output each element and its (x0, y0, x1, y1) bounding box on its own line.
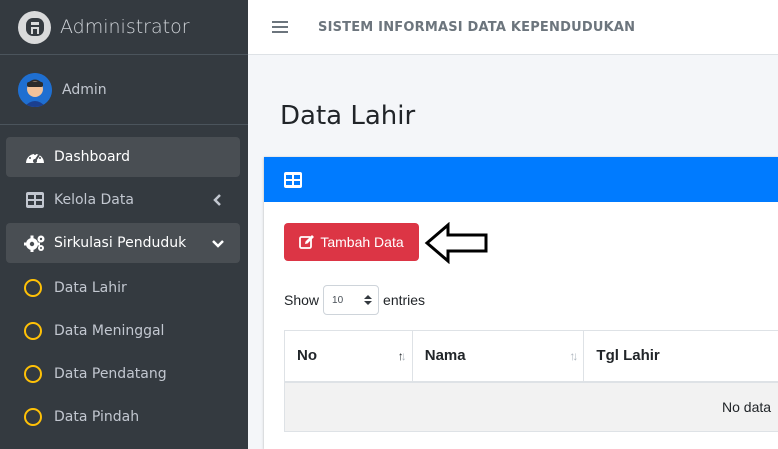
avatar (18, 72, 52, 107)
table-grid-icon (24, 190, 46, 210)
data-table: No ↑↓ Nama ↑↓ Tgl Lahir ↑ No data (284, 330, 778, 432)
chevron-left-icon (213, 194, 221, 206)
page-length-control: Show 10 entries (284, 285, 425, 315)
sidebar-subitem-data-pindah[interactable]: Data Pindah (0, 395, 248, 438)
sort-icon: ↑↓ (397, 349, 407, 363)
column-header-nama[interactable]: Nama ↑↓ (411, 330, 585, 383)
sidebar-subitem-data-lahir[interactable]: Data Lahir (0, 266, 248, 309)
show-label: Show (284, 292, 320, 308)
dashboard-gauge-icon (24, 147, 46, 167)
empty-table-message: No data (284, 381, 778, 432)
entries-label: entries (383, 292, 426, 308)
sort-icon: ↑↓ (569, 349, 578, 363)
data-card: Tambah Data Show 10 entries No ↑↓ Nama ↑… (264, 157, 778, 449)
sidebar-item-label: Kelola Data (54, 192, 134, 208)
sidebar-subitem-label: Data Lahir (54, 279, 127, 296)
sidebar-nav: Dashboard Kelola Data Sirkulasi Penduduk… (0, 125, 248, 438)
top-navbar: SISTEM INFORMASI DATA KEPENDUDUKAN (248, 0, 778, 55)
sidebar-item-label: Dashboard (54, 149, 130, 165)
sidebar-subitem-data-meninggal[interactable]: Data Meninggal (0, 309, 248, 352)
circle-icon (24, 321, 42, 340)
edit-icon (299, 235, 315, 249)
column-header-tgl-lahir[interactable]: Tgl Lahir ↑ (583, 330, 778, 383)
sidebar-item-sirkulasi-penduduk[interactable]: Sirkulasi Penduduk (6, 223, 240, 263)
table-row: No data (284, 381, 778, 432)
add-data-label: Tambah Data (320, 234, 404, 250)
sidebar-subitem-label: Data Pindah (54, 408, 140, 425)
column-header-no[interactable]: No ↑↓ (284, 330, 413, 383)
sidebar-subitem-label: Data Pendatang (54, 365, 167, 382)
select-arrows-icon (364, 295, 373, 305)
card-header (264, 157, 778, 202)
circle-icon (24, 407, 42, 426)
brand-link[interactable]: Administrator (0, 0, 248, 55)
hamburger-menu-icon[interactable] (272, 18, 288, 36)
navbar-title: SISTEM INFORMASI DATA KEPENDUDUKAN (318, 19, 636, 35)
brand-title: Administrator (60, 16, 190, 38)
sidebar-subitem-label: Data Meninggal (54, 322, 165, 339)
circle-icon (24, 278, 42, 297)
sidebar-subitem-data-pendatang[interactable]: Data Pendatang (0, 352, 248, 395)
page-length-select[interactable]: 10 (323, 285, 380, 315)
user-panel[interactable]: Admin (0, 55, 248, 125)
brand-logo-icon (18, 10, 51, 44)
arrow-left-icon (424, 222, 488, 264)
sidebar-item-dashboard[interactable]: Dashboard (6, 137, 240, 177)
cogs-icon (24, 233, 46, 253)
table-icon (284, 171, 302, 188)
sidebar-item-label: Sirkulasi Penduduk (54, 235, 187, 251)
user-name: Admin (62, 81, 107, 98)
sidebar: Administrator Admin Dashboard Kelola Dat… (0, 0, 248, 449)
circle-icon (24, 364, 42, 383)
add-data-button[interactable]: Tambah Data (284, 223, 419, 261)
sidebar-item-kelola-data[interactable]: Kelola Data (6, 180, 240, 220)
page-title: Data Lahir (280, 101, 416, 131)
page-length-value: 10 (332, 294, 344, 306)
chevron-down-icon (212, 240, 224, 248)
